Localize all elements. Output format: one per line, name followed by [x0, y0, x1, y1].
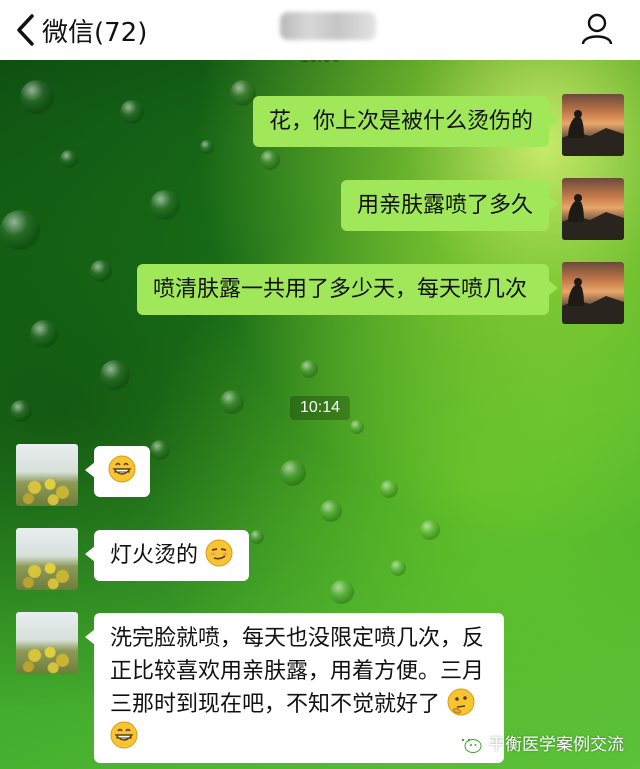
message-bubble-incoming[interactable]: [85, 446, 150, 497]
avatar-self[interactable]: [562, 94, 624, 156]
grinning-face-icon: [108, 455, 136, 483]
message-bubble-outgoing[interactable]: 喷清肤露一共用了多少天，每天喷几次: [137, 264, 558, 315]
message-bubble-outgoing[interactable]: 用亲肤露喷了多久: [340, 180, 559, 231]
nav-bar: 微信(72): [0, 0, 640, 60]
avatar-contact[interactable]: [16, 444, 78, 506]
avatar-sunset-image: [562, 278, 624, 324]
message-text: 洗完脸就喷，每天也没限定喷几次，反正比较喜欢用亲肤露，用着方便。三月三那时到现在…: [110, 626, 485, 717]
avatar-contact[interactable]: [16, 612, 78, 674]
message-bubble-incoming[interactable]: 洗完脸就喷，每天也没限定喷几次，反正比较喜欢用亲肤露，用着方便。三月三那时到现在…: [85, 613, 504, 763]
message-text: 灯火烫的: [110, 543, 199, 568]
wechat-logo-icon: [457, 733, 482, 753]
chevron-left-icon: [17, 14, 34, 46]
message-text: 花，你上次是被什么烫伤的: [268, 109, 533, 134]
watermark-text: 平衡医学案例交流: [488, 735, 624, 755]
avatar-self[interactable]: [562, 262, 624, 324]
watermark: 平衡医学案例交流: [456, 730, 624, 755]
avatar-sunset-image: [562, 194, 624, 240]
message-bubble-incoming[interactable]: 灯火烫的: [84, 530, 250, 581]
back-label: 微信(72): [42, 17, 148, 48]
thinking-face-icon: [447, 688, 475, 716]
back-button[interactable]: 微信(72): [14, 8, 147, 52]
smirking-face-icon: [205, 539, 233, 567]
message-text: 喷清肤露一共用了多少天，每天喷几次: [153, 277, 528, 302]
person-icon[interactable]: [580, 12, 614, 46]
contact-name-blurred: [280, 12, 376, 40]
message-text: 用亲肤露喷了多久: [356, 193, 533, 218]
avatar-sunset-image: [562, 110, 624, 156]
avatar-self[interactable]: [562, 178, 624, 240]
message-bubble-outgoing[interactable]: 花，你上次是被什么烫伤的: [252, 96, 559, 147]
avatar-contact[interactable]: [16, 528, 78, 590]
grinning-face-icon: [110, 721, 138, 749]
